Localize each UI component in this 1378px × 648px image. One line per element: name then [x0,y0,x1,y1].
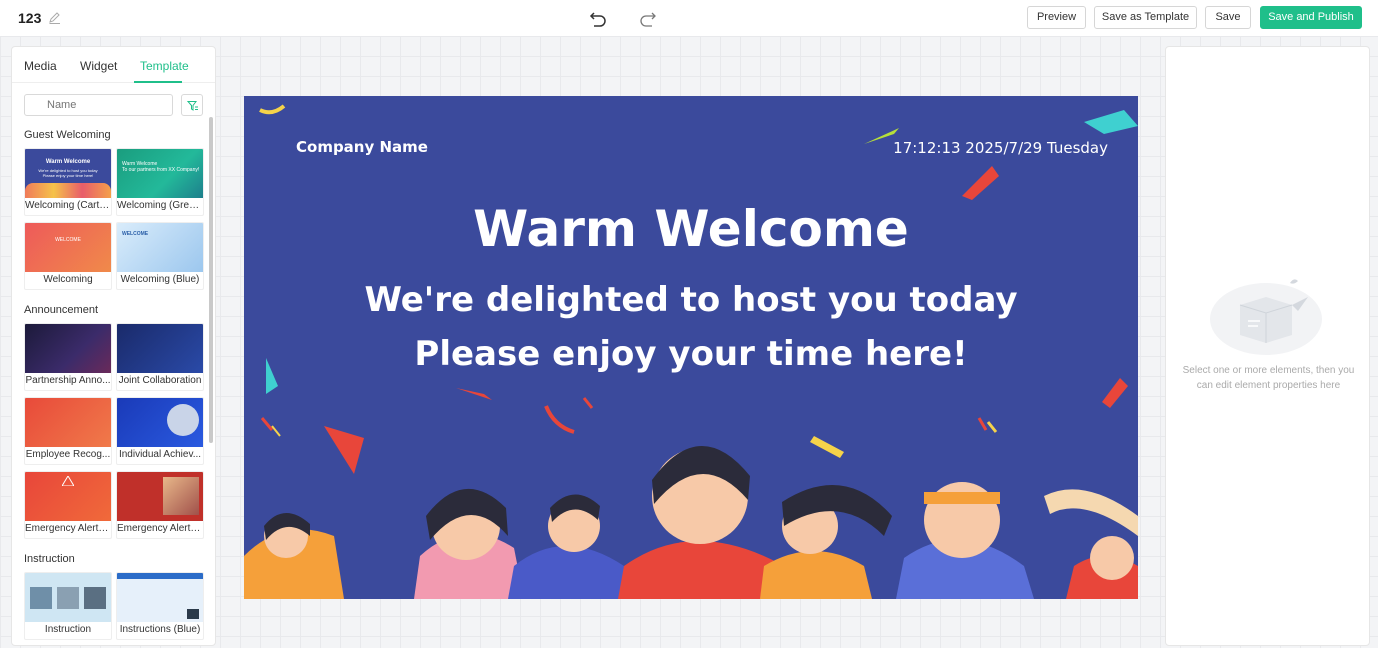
template-card[interactable]: Instructions (Blue) [116,572,204,640]
template-thumbnail: Warm Welcome To our partners from XX Comp… [117,149,203,198]
template-card-label: Emergency Alert (... [25,523,111,534]
active-tab-indicator [134,81,182,83]
slide-subtitle-line-1: We're delighted to host you today [364,280,1018,320]
template-card[interactable]: Partnership Anno... [24,323,112,391]
filter-button[interactable] [181,94,203,116]
template-card[interactable]: Emergency Alert (... [24,471,112,539]
left-panel: Media Widget Template Guest Welcoming Wa… [11,46,216,646]
warning-icon [62,476,74,486]
template-thumbnail [25,324,111,373]
template-card-label: Welcoming (Blue) [120,274,200,285]
template-card-label: Welcoming [43,274,93,285]
template-card[interactable]: WELCOME Welcoming [24,222,112,290]
template-card[interactable]: Individual Achiev... [116,397,204,465]
undo-icon[interactable] [588,8,608,28]
template-card-label: Individual Achiev... [118,449,202,460]
save-and-publish-button[interactable]: Save and Publish [1260,6,1362,29]
template-card-label: Welcoming (Green) [117,200,203,211]
slide-subtitle-line-2: Please enjoy your time here! [414,334,968,374]
template-thumbnail [117,398,203,447]
slide-datetime: 17:12:13 2025/7/29 Tuesday [893,139,1108,157]
slide-preview[interactable]: Company Name 17:12:13 2025/7/29 Tuesday … [244,96,1138,599]
properties-panel: Select one or more elements, then you ca… [1165,46,1370,646]
template-thumbnail [117,472,203,521]
tab-media[interactable]: Media [24,59,57,73]
template-thumbnail [25,573,111,622]
template-thumbnail: WELCOME [117,223,203,272]
template-card-label: Partnership Anno... [25,375,111,386]
template-thumbnail [25,472,111,521]
panel-tabs: Media Widget Template [12,47,215,83]
section-title-instruction: Instruction [24,553,75,565]
template-card[interactable]: Joint Collaboration [116,323,204,391]
template-card[interactable]: Emergency Alert (... [116,471,204,539]
template-thumbnail [117,324,203,373]
template-card-label: Instruction [44,624,92,635]
template-thumbnail: WELCOME [25,223,111,272]
preview-button[interactable]: Preview [1027,6,1086,29]
template-card[interactable]: Instruction [24,572,112,640]
filter-icon [187,101,198,111]
template-search-input[interactable] [24,94,173,116]
slide-headline: Warm Welcome [473,200,909,258]
template-card-label: Emergency Alert (... [117,523,203,534]
slide-company-name: Company Name [296,138,428,156]
template-thumbnail [117,573,203,622]
pencil-edit-icon[interactable] [48,11,62,25]
top-toolbar: 123 Preview Save as Template Save Save a… [0,0,1378,36]
template-thumbnail: Warm Welcome We're delighted to host you… [25,149,111,198]
template-thumbnail [25,398,111,447]
template-card-label: Welcoming (Carto... [25,200,111,211]
document-title: 123 [18,10,42,26]
empty-box-illustration [1210,279,1322,355]
template-card-label: Employee Recog... [25,449,111,460]
section-title-guest-welcoming: Guest Welcoming [24,129,111,141]
redo-icon[interactable] [638,8,658,28]
template-card-label: Joint Collaboration [118,375,202,386]
template-card[interactable]: Employee Recog... [24,397,112,465]
template-card[interactable]: Warm Welcome To our partners from XX Comp… [116,148,204,216]
template-card[interactable]: Warm Welcome We're delighted to host you… [24,148,112,216]
tab-template[interactable]: Template [140,59,189,73]
template-card[interactable]: WELCOME Welcoming (Blue) [116,222,204,290]
save-button[interactable]: Save [1205,6,1251,29]
template-list-scrollbar[interactable] [209,117,213,443]
template-card-label: Instructions (Blue) [119,624,201,635]
section-title-announcement: Announcement [24,304,98,316]
save-as-template-button[interactable]: Save as Template [1094,6,1197,29]
tab-widget[interactable]: Widget [80,59,117,73]
properties-empty-text: Select one or more elements, then you ca… [1182,365,1355,391]
